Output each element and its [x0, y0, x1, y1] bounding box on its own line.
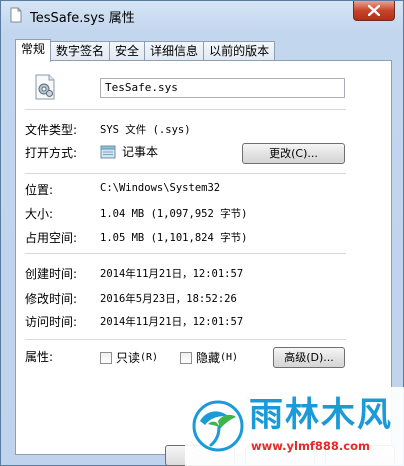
title-bar[interactable]: TesSafe.sys 属性: [1, 1, 403, 33]
tab-previous-versions[interactable]: 以前的版本: [203, 41, 276, 61]
hidden-shortcut: (H): [220, 352, 239, 363]
opens-with-app: 记事本: [122, 145, 159, 159]
change-button[interactable]: 更改(C)...: [242, 143, 345, 164]
readonly-label: 只读: [116, 351, 141, 365]
opens-with-label: 打开方式:: [25, 146, 78, 160]
tab-general[interactable]: 常规: [15, 39, 52, 62]
watermark: 雨林木风 www.ylmf888.com: [185, 387, 404, 466]
properties-window: TesSafe.sys 属性 常规 数字签名 安全 详细信息 以前的版本 Tes…: [0, 0, 404, 466]
size-on-disk-value: 1.05 MB (1,101,824 字节): [100, 232, 248, 244]
document-icon: [8, 7, 24, 23]
hidden-checkbox[interactable]: 隐藏 (H): [180, 349, 238, 366]
divider: [25, 339, 346, 340]
readonly-checkbox[interactable]: 只读 (R): [100, 349, 158, 366]
size-label: 大小:: [25, 207, 54, 221]
close-button[interactable]: [353, 1, 395, 21]
size-value: 1.04 MB (1,097,952 字节): [100, 208, 248, 220]
watermark-brand: 雨林木风: [249, 395, 393, 435]
watermark-url: www.ylmf888.com: [251, 439, 371, 453]
file-name-field[interactable]: TesSafe.sys: [100, 78, 345, 98]
accessed-label: 访问时间:: [25, 315, 78, 329]
readonly-checkbox-box[interactable]: [100, 351, 112, 364]
modified-label: 修改时间:: [25, 292, 78, 306]
size-on-disk-label: 占用空间:: [25, 231, 78, 245]
window-title: TesSafe.sys 属性: [30, 11, 135, 26]
accessed-value: 2014年11月21日，12:01:57: [100, 316, 244, 328]
ylmf-logo-icon: [191, 399, 245, 453]
divider: [25, 109, 346, 110]
created-value: 2014年11月21日，12:01:57: [100, 268, 244, 280]
readonly-shortcut: (R): [140, 352, 159, 363]
attributes-label: 属性:: [25, 350, 54, 364]
tab-strip: 常规 数字签名 安全 详细信息 以前的版本: [15, 39, 276, 62]
advanced-button[interactable]: 高级(D)...: [273, 347, 345, 368]
divider: [25, 253, 346, 254]
tab-security[interactable]: 安全: [109, 41, 146, 61]
tab-details[interactable]: 详细信息: [144, 41, 205, 61]
file-type-label: 文件类型:: [25, 123, 78, 137]
tab-digital-signatures[interactable]: 数字签名: [50, 41, 111, 61]
file-type-value: SYS 文件 (.sys): [100, 124, 191, 136]
close-icon: [368, 5, 380, 16]
created-label: 创建时间:: [25, 267, 78, 281]
location-value: C:\Windows\System32: [100, 182, 221, 194]
system-file-icon: [34, 74, 56, 100]
hidden-checkbox-box[interactable]: [180, 351, 192, 364]
divider: [25, 173, 346, 174]
notepad-icon: [100, 144, 116, 159]
modified-value: 2016年5月23日，18:52:26: [100, 293, 237, 305]
hidden-label: 隐藏: [196, 351, 221, 365]
location-label: 位置:: [25, 183, 54, 197]
